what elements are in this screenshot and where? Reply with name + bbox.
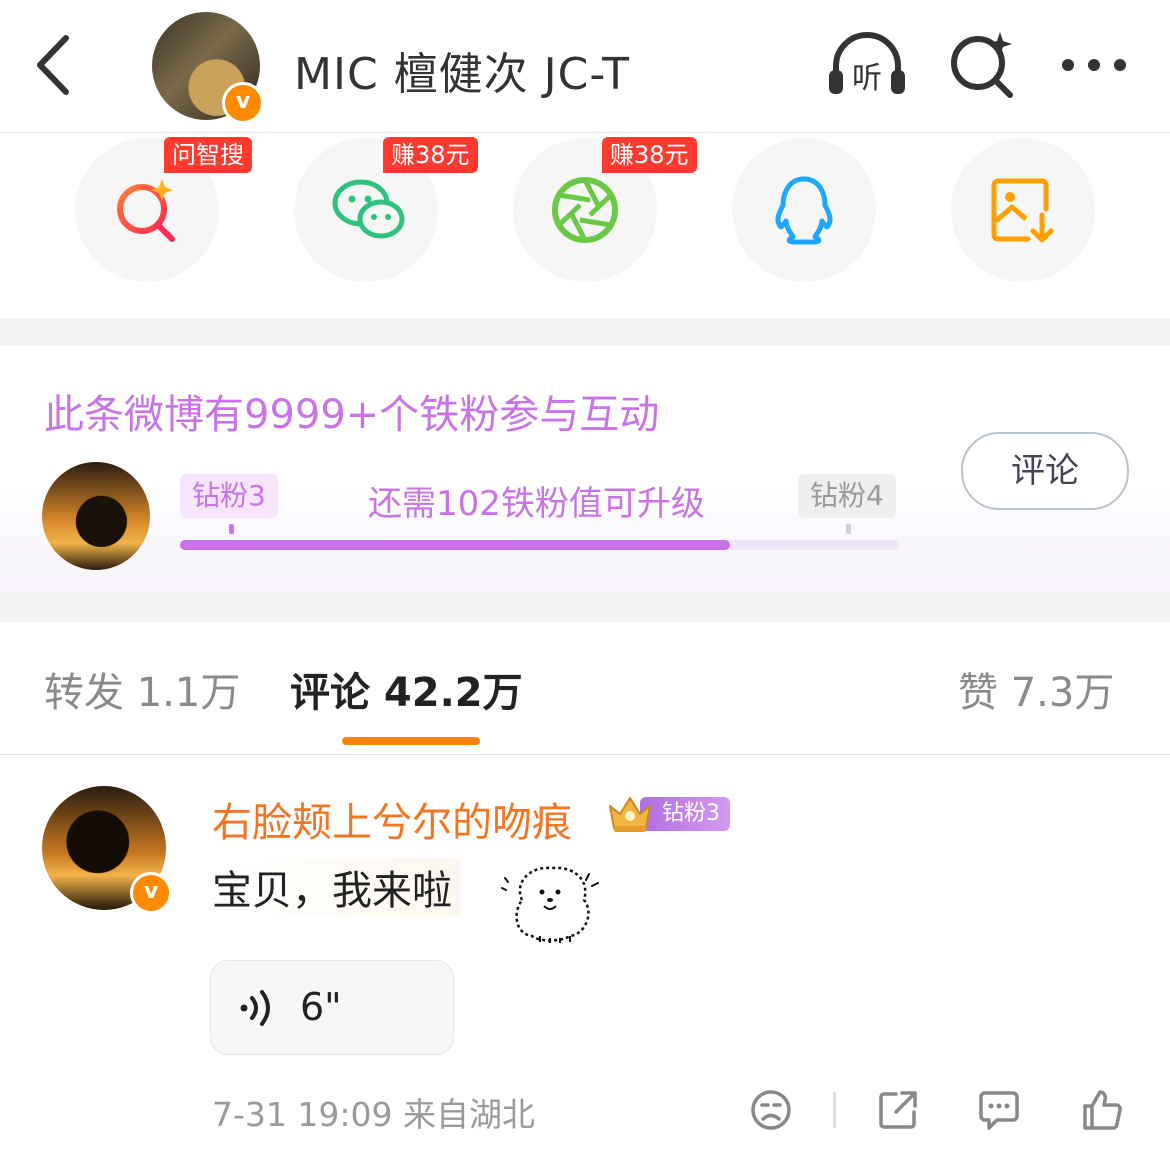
crown-icon	[606, 792, 654, 834]
like-thumb-icon[interactable]	[1080, 1088, 1124, 1132]
share-tag-moments: 赚38元	[602, 137, 697, 173]
voice-wave-icon	[238, 988, 278, 1028]
fan-progress-fill	[180, 540, 730, 550]
share-tag-smart-search: 问智搜	[164, 137, 252, 173]
progress-start-tick	[229, 524, 234, 534]
commenter-name[interactable]: 右脸颊上兮尔的吻痕	[212, 790, 572, 848]
my-avatar	[42, 462, 150, 570]
save-image-icon	[991, 178, 1054, 243]
next-fan-level: 钻粉4	[798, 474, 896, 518]
tab-repost[interactable]: 转发 1.1万	[44, 660, 240, 718]
fan-progress-text: 还需102铁粉值可升级	[368, 484, 705, 524]
share-qq[interactable]	[732, 138, 876, 282]
page-title: MIC 檀健次 JC-T	[294, 49, 631, 100]
qq-penguin-icon	[775, 176, 833, 245]
progress-end-tick	[846, 524, 851, 534]
fluffy-dog-sticker-icon	[500, 860, 606, 944]
section-divider	[0, 318, 1170, 346]
verified-badge-icon: v	[130, 872, 172, 914]
listen-headphones-icon[interactable]: 听	[826, 30, 905, 100]
comment-meta: 7-31 19:09 来自湖北	[212, 1095, 535, 1134]
listen-label: 听	[852, 61, 882, 96]
verified-badge-icon: v	[222, 82, 264, 124]
reply-bubble-icon[interactable]	[977, 1088, 1021, 1132]
current-fan-level: 钻粉3	[180, 474, 278, 518]
back-chevron-icon[interactable]	[30, 32, 80, 98]
action-divider	[833, 1092, 836, 1128]
more-dots-icon[interactable]	[1058, 30, 1128, 100]
active-tab-indicator	[342, 737, 480, 745]
fans-title: 此条微博有9999+个铁粉参与互动	[44, 392, 660, 438]
top-bar: v MIC 檀健次 JC-T 听	[0, 0, 1170, 133]
dislike-face-icon[interactable]	[749, 1088, 793, 1132]
share-tag-wechat: 赚38元	[383, 137, 478, 173]
section-divider	[0, 594, 1170, 622]
tabs-divider	[0, 754, 1170, 755]
comment-button[interactable]: 评论	[961, 432, 1129, 510]
smart-search-icon[interactable]	[948, 30, 1018, 100]
tab-comments[interactable]: 评论 42.2万	[290, 660, 523, 718]
smart-search-color-icon	[117, 179, 175, 242]
tab-likes[interactable]: 赞 7.3万	[958, 660, 1114, 718]
share-save-image[interactable]	[951, 138, 1095, 282]
moments-aperture-icon	[552, 177, 618, 243]
voice-duration: 6"	[300, 985, 342, 1029]
wechat-icon	[332, 179, 405, 239]
comment-text: 宝贝，我来啦	[212, 858, 460, 916]
share-out-icon[interactable]	[876, 1088, 920, 1132]
